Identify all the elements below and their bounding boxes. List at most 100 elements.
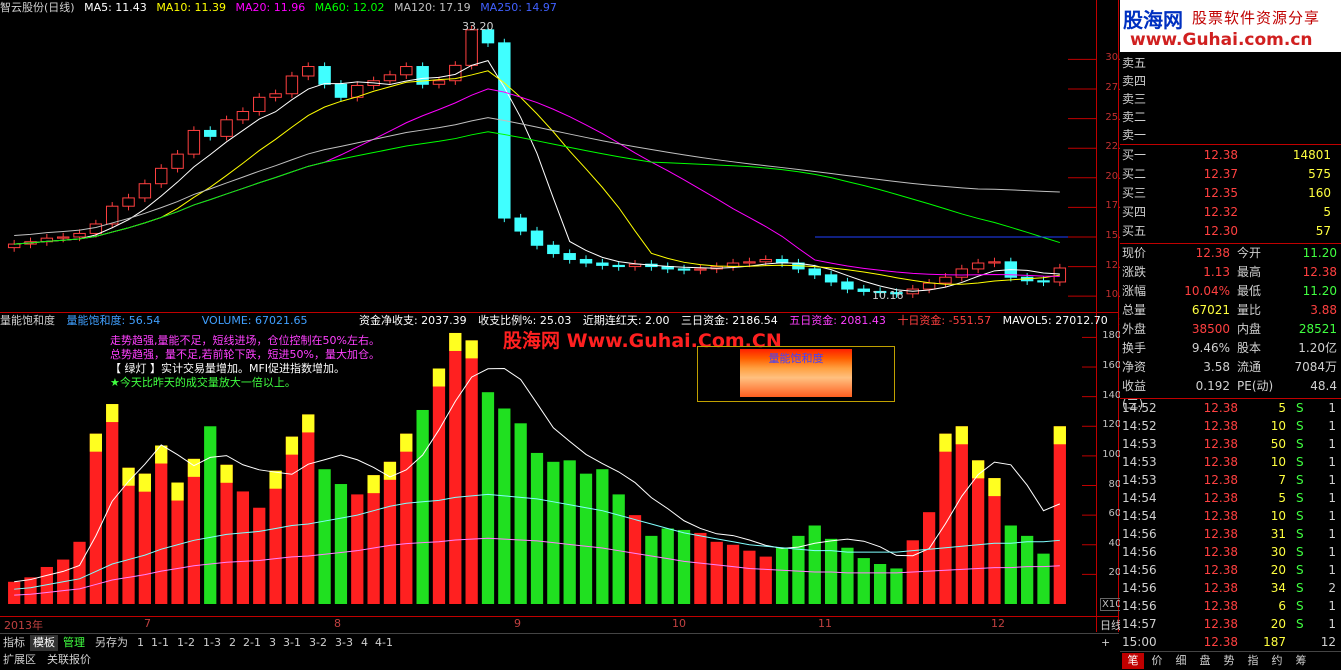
candle-body <box>579 258 593 264</box>
volume-bar <box>449 332 462 604</box>
tick-volume: 7 <box>1278 473 1286 487</box>
buy-row[interactable]: 买五 12.30 57 <box>1120 222 1341 240</box>
tick-time: 14:56 <box>1122 563 1157 577</box>
price-high-label: 33.20 <box>462 20 494 33</box>
tab-1[interactable]: 1 <box>134 635 147 651</box>
tick-row: 14:56 12.38 31 S 1 <box>1120 525 1341 543</box>
tick-price: 12.38 <box>1203 419 1238 433</box>
tick-price: 12.38 <box>1203 401 1238 415</box>
tick-time: 14:52 <box>1122 401 1157 415</box>
tick-count: 1 <box>1328 599 1336 613</box>
tick-count: 1 <box>1328 401 1336 415</box>
sell-row[interactable]: 卖四 <box>1120 72 1341 90</box>
tab-related-quotes[interactable]: 关联报价 <box>44 652 94 668</box>
tick-row: 14:56 12.38 20 S 1 <box>1120 561 1341 579</box>
tab-indicator[interactable]: 指标 <box>0 635 28 651</box>
tick-time: 14:53 <box>1122 473 1157 487</box>
tab-4-1[interactable]: 4-1 <box>372 635 396 651</box>
buy-row[interactable]: 买三 12.35 160 <box>1120 184 1341 202</box>
sell-row[interactable]: 卖二 <box>1120 108 1341 126</box>
tick-row: 14:56 12.38 6 S 1 <box>1120 597 1341 615</box>
period-label[interactable]: 日线 <box>1100 617 1122 633</box>
tab-template[interactable]: 模板 <box>30 635 58 651</box>
info-value-2: 48.4 <box>1310 379 1337 393</box>
tick-row: 15:00 12.38 187 12 <box>1120 633 1341 651</box>
legend-line-4: ★今天比昨天的成交量放大一倍以上。 <box>110 376 296 389</box>
sell-row[interactable]: 卖一 <box>1120 126 1341 144</box>
month-label-8: 8 <box>334 617 341 630</box>
tab-2[interactable]: 2 <box>226 635 239 651</box>
tick-row: 14:56 12.38 34 S 2 <box>1120 579 1341 597</box>
tick-time: 14:56 <box>1122 527 1157 541</box>
tick-volume: 10 <box>1270 455 1286 469</box>
volume-bar <box>498 408 511 604</box>
tab-3-1[interactable]: 3-1 <box>280 635 304 651</box>
indicator-tab-bar: 指标 模板 管理 另存为 1 1-1 1-2 1-3 2 2-1 3 3-1 3… <box>0 633 1119 652</box>
candle-body <box>547 244 560 255</box>
sell-row[interactable]: 卖三 <box>1120 90 1341 108</box>
tick-side: S <box>1296 437 1304 451</box>
rtab-trend[interactable]: 势 <box>1218 653 1240 669</box>
volume-bar <box>432 368 446 604</box>
info-key-2: 今开 <box>1237 246 1262 260</box>
tab-1-3[interactable]: 1-3 <box>200 635 224 651</box>
tab-save-as[interactable]: 另存为 <box>92 635 131 651</box>
rtab-price[interactable]: 价 <box>1146 653 1168 669</box>
candle-body <box>154 167 168 185</box>
buy-row[interactable]: 买一 12.38 14801 <box>1120 146 1341 164</box>
info-value: 3.58 <box>1203 360 1230 374</box>
volume-bar <box>710 541 723 604</box>
candle-body <box>204 129 217 137</box>
buy-row[interactable]: 买四 12.32 5 <box>1120 203 1341 221</box>
candle-body <box>236 111 250 121</box>
tick-volume: 10 <box>1270 419 1286 433</box>
tab-1-1[interactable]: 1-1 <box>148 635 172 651</box>
buy-volume: 575 <box>1308 167 1331 181</box>
tab-1-2[interactable]: 1-2 <box>174 635 198 651</box>
candle-body <box>596 262 609 266</box>
volume-bar <box>8 581 21 604</box>
tab-4[interactable]: 4 <box>358 635 371 651</box>
tick-price: 12.38 <box>1203 437 1238 451</box>
info-key-2: PE(动) <box>1237 379 1274 393</box>
info-value: 67021 <box>1191 303 1230 317</box>
candle-body <box>857 288 870 292</box>
tick-price: 12.38 <box>1203 545 1238 559</box>
tick-price: 12.38 <box>1203 581 1238 595</box>
info-key: 换手 <box>1122 341 1147 355</box>
candle-body <box>253 96 266 113</box>
tab-plus-icon[interactable]: + <box>1098 635 1113 651</box>
rtab-detail[interactable]: 细 <box>1170 653 1192 669</box>
rtab-trades[interactable]: 笔 <box>1122 653 1144 669</box>
buy-row[interactable]: 买二 12.37 575 <box>1120 165 1341 183</box>
volume-bar <box>351 494 364 604</box>
candle-body <box>514 217 527 232</box>
rtab-book[interactable]: 盘 <box>1194 653 1216 669</box>
volume-bar <box>645 535 658 604</box>
tab-3-2[interactable]: 3-2 <box>306 635 330 651</box>
tick-side: S <box>1296 581 1304 595</box>
rtab-index[interactable]: 指 <box>1242 653 1264 669</box>
tab-manage[interactable]: 管理 <box>60 635 88 651</box>
volume-bar <box>122 467 135 604</box>
tick-row: 14:52 12.38 10 S 1 <box>1120 417 1341 435</box>
candle-body <box>432 80 446 85</box>
rtab-contract[interactable]: 约 <box>1266 653 1288 669</box>
volume-bar <box>547 461 560 604</box>
volume-bar <box>400 433 413 604</box>
volume-bar <box>596 469 609 604</box>
tab-3-3[interactable]: 3-3 <box>332 635 356 651</box>
info-key-2: 量比 <box>1237 303 1262 317</box>
tab-3[interactable]: 3 <box>266 635 279 651</box>
volume-bar <box>187 458 201 604</box>
rtab-chips[interactable]: 筹 <box>1290 653 1312 669</box>
volume-bar <box>73 541 86 604</box>
volume-bar <box>759 556 772 604</box>
volume-bar <box>612 494 625 604</box>
sell-row[interactable]: 卖五 <box>1120 54 1341 72</box>
tab-extension-area[interactable]: 扩展区 <box>0 652 39 668</box>
volume-bar <box>318 469 331 604</box>
tick-time: 14:52 <box>1122 419 1157 433</box>
volume-bar <box>955 426 968 604</box>
tab-2-1[interactable]: 2-1 <box>240 635 264 651</box>
